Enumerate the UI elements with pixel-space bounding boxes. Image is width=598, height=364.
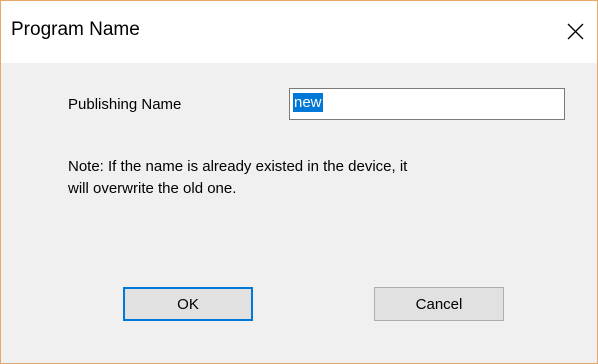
ok-button[interactable]: OK	[123, 287, 253, 321]
title-bar: Program Name	[1, 1, 597, 63]
publishing-name-value: new	[293, 93, 323, 112]
dialog-title: Program Name	[11, 19, 140, 40]
publishing-name-label: Publishing Name	[68, 96, 182, 113]
program-name-dialog: Program Name Publishing Name new Note: I…	[0, 0, 598, 364]
note-line-2: will overwrite the old one.	[68, 180, 237, 197]
cancel-button[interactable]: Cancel	[374, 287, 504, 321]
note-text: Note: If the name is already existed in …	[68, 156, 548, 200]
note-line-1: Note: If the name is already existed in …	[68, 158, 408, 175]
publishing-name-input[interactable]: new	[289, 88, 565, 120]
close-button[interactable]	[547, 1, 597, 63]
close-icon	[567, 23, 584, 40]
